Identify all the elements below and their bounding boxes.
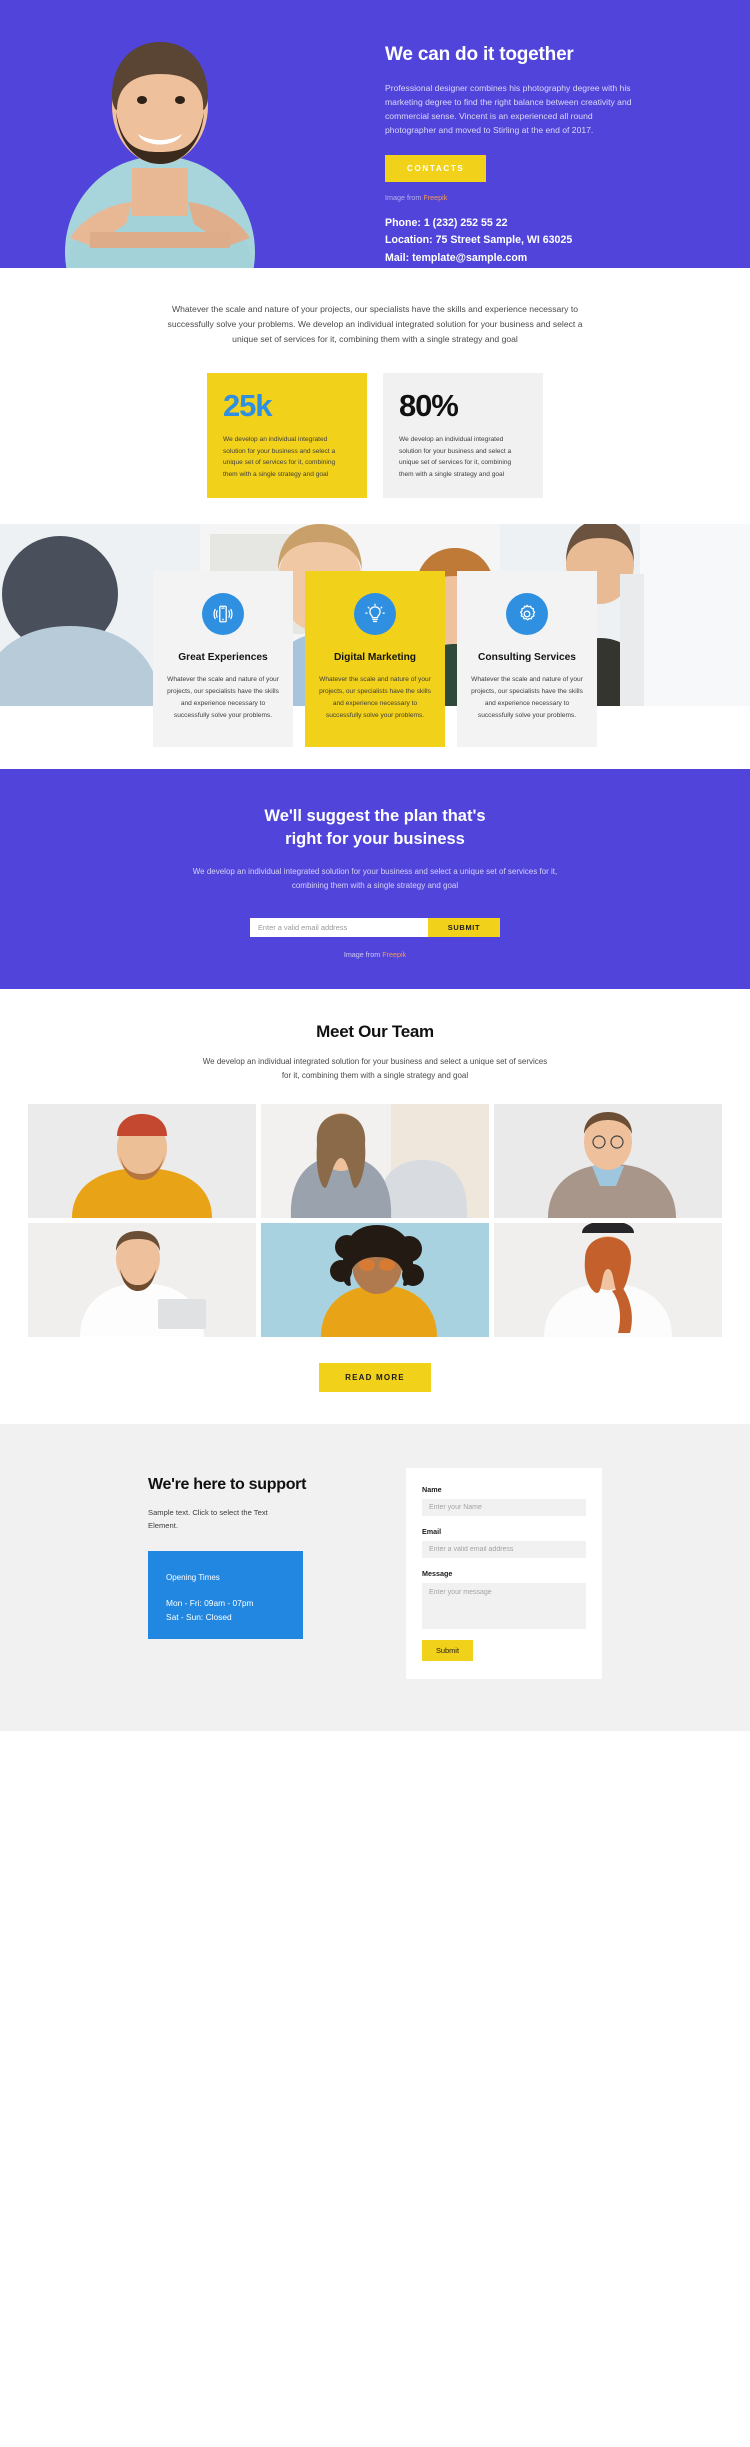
stat-value: 80% [399,388,459,424]
stats-section: 25k We develop an individual integrated … [0,373,750,524]
opening-times-title: Opening Times [166,1572,220,1582]
read-more-button[interactable]: READ MORE [319,1362,431,1392]
support-left-column: We're here to support Sample text. Click… [148,1468,380,1679]
hero-copy: We can do it together Professional desig… [385,44,685,267]
stat-value: 25k [223,388,273,424]
team-photo-1[interactable] [28,1103,256,1218]
message-field[interactable] [422,1582,586,1629]
form-submit-button[interactable]: Submit [422,1639,474,1661]
service-text: Whatever the scale and nature of your pr… [319,676,431,719]
team-subtitle: We develop an individual integrated solu… [202,1056,548,1080]
services-section: Great Experiences Whatever the scale and… [0,524,750,769]
stat-card: 80% We develop an individual integrated … [383,373,543,499]
newsletter-cta-section: We'll suggest the plan that's right for … [0,769,750,989]
message-label: Message [422,1568,453,1578]
email-label: Email [422,1526,442,1536]
hero-image-credit: Image from Freepik [385,193,685,202]
team-photo-6[interactable] [494,1222,722,1337]
team-photo-5[interactable] [261,1222,489,1337]
team-section: Meet Our Team We develop an individual i… [0,988,750,1424]
opening-times-weekday: Mon - Fri: 09am - 07pm [166,1597,254,1608]
contact-phone: Phone: 1 (232) 252 55 22 [385,216,508,229]
team-photo-3[interactable] [494,1103,722,1218]
contacts-button[interactable]: CONTACTS [385,154,487,182]
intro-paragraph: Whatever the scale and nature of your pr… [167,304,583,344]
service-title: Great Experiences [178,652,268,664]
gear-icon [506,593,548,636]
service-cards: Great Experiences Whatever the scale and… [0,571,750,769]
smartphone-vibrate-icon [202,593,244,636]
support-sample-text: Sample text. Click to select the Text El… [148,1507,268,1530]
team-photo-4[interactable] [28,1222,256,1337]
image-credit-prefix: Image from [385,192,422,202]
cta-title: We'll suggest the plan that's right for … [0,805,750,851]
hero-contact-details: Phone: 1 (232) 252 55 22 Location: 75 St… [385,215,685,267]
cta-image-credit: Image from Freepik [0,950,750,959]
intro-section: Whatever the scale and nature of your pr… [0,268,750,346]
email-field[interactable] [422,1540,586,1558]
opening-times-box: Opening Times Mon - Fri: 09am - 07pm Sat… [148,1550,303,1639]
service-text: Whatever the scale and nature of your pr… [471,676,583,719]
team-photo-2[interactable] [261,1103,489,1218]
lightbulb-icon [354,593,396,636]
contact-mail: Mail: template@sample.com [385,251,528,264]
opening-times-weekend: Sat - Sun: Closed [166,1612,232,1623]
service-title: Digital Marketing [333,652,417,664]
submit-button[interactable]: SUBMIT [428,917,500,937]
name-label: Name [422,1484,442,1494]
freepik-link[interactable]: Freepik [423,193,447,202]
stat-text: We develop an individual integrated solu… [399,436,512,478]
team-photo-grid [0,1103,750,1337]
cta-title-line2: right for your business [285,830,465,849]
hero-title: We can do it together [385,44,574,65]
hero-portrait-image [40,0,280,268]
hero-description: Professional designer combines his photo… [385,83,632,135]
team-title: Meet Our Team [316,1021,434,1041]
hero-section: We can do it together Professional desig… [0,0,750,268]
cta-title-line1: We'll suggest the plan that's [264,807,486,826]
service-card-consulting-services[interactable]: Consulting Services Whatever the scale a… [457,571,597,748]
stat-text: We develop an individual integrated solu… [223,436,336,478]
name-field[interactable] [422,1498,586,1516]
email-input[interactable] [250,917,428,937]
service-card-digital-marketing[interactable]: Digital Marketing Whatever the scale and… [305,571,445,748]
service-card-great-experiences[interactable]: Great Experiences Whatever the scale and… [153,571,293,748]
freepik-link[interactable]: Freepik [382,950,406,959]
contact-form: Name Email Message Submit [406,1467,602,1679]
subscribe-form: SUBMIT [0,917,750,937]
stat-card: 25k We develop an individual integrated … [207,373,367,499]
contact-location: Location: 75 Street Sample, WI 63025 [385,234,573,247]
service-text: Whatever the scale and nature of your pr… [167,676,279,719]
support-title: We're here to support [148,1475,307,1493]
image-credit-prefix: Image from [343,949,381,959]
cta-subtitle: We develop an individual integrated solu… [192,866,558,891]
service-title: Consulting Services [478,652,576,664]
support-section: We're here to support Sample text. Click… [0,1423,750,1731]
